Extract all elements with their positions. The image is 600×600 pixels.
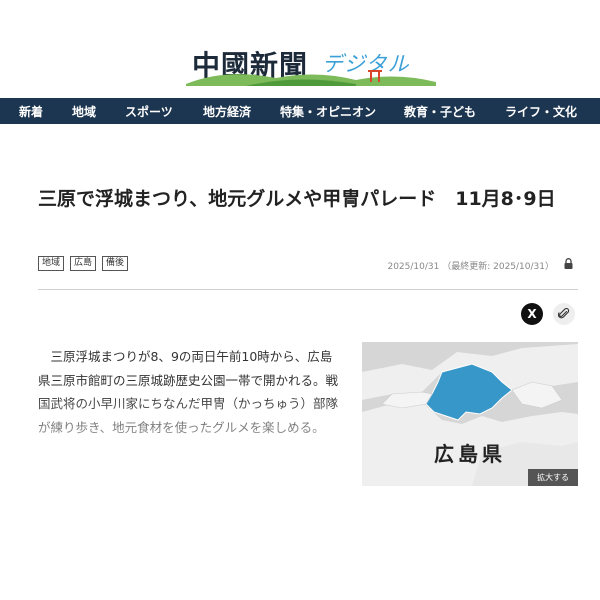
article-tags: 地域 広島 備後 (38, 256, 129, 271)
nav-item-opinion[interactable]: 特集・オピニオン (280, 103, 376, 120)
updated-date: （最終更新: 2025/10/31） (442, 262, 554, 272)
copy-link-button[interactable] (553, 303, 575, 325)
publish-date: 2025/10/31 (387, 262, 440, 272)
enlarge-button[interactable]: 拡大する (528, 469, 578, 486)
x-icon: X (527, 307, 537, 321)
nav-item-education[interactable]: 教育・子ども (404, 103, 476, 120)
site-logo[interactable]: 中國新聞 デジタル (0, 40, 600, 90)
paperclip-icon (558, 308, 570, 319)
logo-hills-icon (186, 70, 436, 86)
nav-item-economy[interactable]: 地方経済 (203, 103, 251, 120)
map-label: 広島県 (434, 442, 506, 466)
main-nav: 新着 地域 スポーツ 地方経済 特集・オピニオン 教育・子ども ライフ・文化 (0, 98, 600, 124)
nav-item-life-culture[interactable]: ライフ・文化 (505, 103, 577, 120)
region-map[interactable]: 広島県 拡大する (362, 342, 578, 486)
tag-bingo[interactable]: 備後 (102, 256, 129, 271)
share-x-button[interactable]: X (521, 303, 543, 325)
tag-hiroshima[interactable]: 広島 (70, 256, 97, 271)
paywall-fade (30, 395, 345, 475)
nav-item-region[interactable]: 地域 (72, 103, 96, 120)
article-headline: 三原で浮城まつり、地元グルメや甲冑パレード 11月8･9日 (38, 188, 556, 210)
article-dates: 2025/10/31 （最終更新: 2025/10/31） (387, 259, 554, 272)
nav-item-latest[interactable]: 新着 (19, 103, 43, 120)
lock-icon (564, 258, 573, 269)
tag-region[interactable]: 地域 (38, 256, 65, 271)
nav-item-sports[interactable]: スポーツ (125, 103, 173, 120)
divider (38, 289, 578, 290)
